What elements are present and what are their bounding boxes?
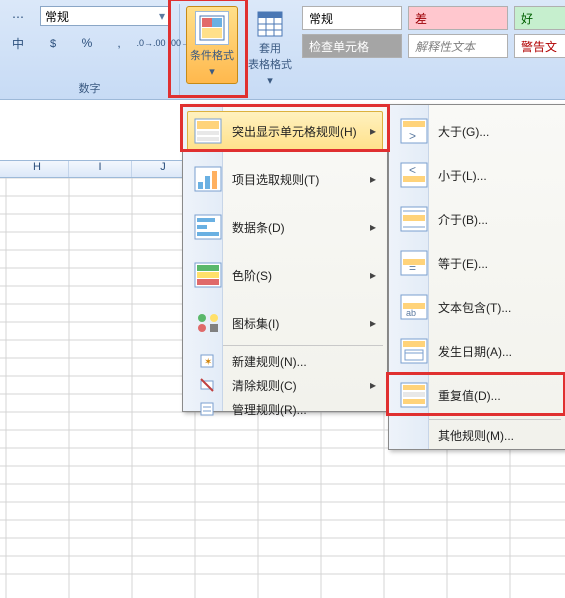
menu-item-highlight-cells-rules[interactable]: 突出显示单元格规则(H) ▸: [187, 111, 383, 151]
increase-decimal-button[interactable]: .0→.00: [136, 32, 166, 54]
menu-item-top-bottom-rules[interactable]: 项目选取规则(T) ▸: [187, 159, 383, 199]
group-number: ⋯ 中 常规 ▾ $ % , .0→.00 .00→.0 数字: [0, 4, 180, 96]
menu-item-label: 图标集(I): [232, 315, 279, 332]
menu-item-between[interactable]: 介于(B)...: [393, 199, 561, 239]
format-as-table-label: 套用 表格格式: [248, 40, 292, 72]
submenu-arrow-icon: ▸: [370, 316, 376, 330]
menu-item-color-scales[interactable]: 色阶(S) ▸: [187, 255, 383, 295]
number-format-selector[interactable]: 常规 ▾: [40, 6, 170, 26]
menu-item-label: 突出显示单元格规则(H): [232, 123, 357, 140]
menu-item-label: 等于(E)...: [438, 255, 488, 272]
svg-text:<: <: [409, 163, 416, 177]
menu-item-label: 清除规则(C): [232, 377, 297, 394]
format-as-table-icon: [253, 10, 287, 38]
group-label-number: 数字: [0, 80, 179, 96]
text-contains-icon: ab: [398, 291, 430, 323]
menu-item-text-contains[interactable]: ab 文本包含(T)...: [393, 287, 561, 327]
menu-item-new-rule[interactable]: ✶ 新建规则(N)...: [187, 349, 383, 373]
svg-text:=: =: [409, 261, 416, 275]
submenu-arrow-icon: ▸: [370, 124, 376, 138]
style-bad[interactable]: 差: [408, 6, 508, 30]
menu-item-label: 色阶(S): [232, 267, 272, 284]
greater-than-icon: >: [398, 115, 430, 147]
highlight-cells-icon: [192, 115, 224, 147]
menu-item-label: 大于(G)...: [438, 123, 489, 140]
left-fragment-label: 中: [0, 32, 36, 54]
top-bottom-icon: [192, 163, 224, 195]
cell-styles-gallery[interactable]: 常规 差 好 检查单元格 解释性文本 警告文: [302, 6, 565, 84]
conditional-formatting-label: 条件格式: [190, 47, 234, 63]
menu-item-icon-sets[interactable]: 图标集(I) ▸: [187, 303, 383, 343]
currency-button[interactable]: $: [40, 32, 70, 54]
left-fragment-top: ⋯: [0, 6, 36, 28]
clear-rules-icon: [196, 376, 218, 394]
style-normal[interactable]: 常规: [302, 6, 402, 30]
menu-item-data-bars[interactable]: 数据条(D) ▸: [187, 207, 383, 247]
menu-item-label: 数据条(D): [232, 219, 285, 236]
menu-separator: [223, 345, 383, 346]
manage-rules-icon: [196, 400, 218, 418]
svg-text:ab: ab: [406, 308, 416, 318]
menu-item-greater-than[interactable]: > 大于(G)...: [393, 111, 561, 151]
menu-item-label: 重复值(D)...: [438, 387, 501, 404]
submenu-arrow-icon: ▸: [370, 378, 376, 392]
menu-item-label: 文本包含(T)...: [438, 299, 511, 316]
menu-item-label: 管理规则(R)...: [232, 401, 307, 418]
menu-item-equal-to[interactable]: = 等于(E)...: [393, 243, 561, 283]
submenu-arrow-icon: ▸: [370, 220, 376, 234]
date-occurring-icon: [398, 335, 430, 367]
ribbon: ⋯ 中 常规 ▾ $ % , .0→.00 .00→.0 数字 条件格式 ▾ 套…: [0, 0, 565, 100]
menu-item-label: 发生日期(A)...: [438, 343, 512, 360]
menu-item-label: 其他规则(M)...: [438, 427, 514, 444]
menu-item-label: 新建规则(N)...: [232, 353, 307, 370]
style-warning[interactable]: 警告文: [514, 34, 565, 58]
menu-item-label: 项目选取规则(T): [232, 171, 319, 188]
style-explanatory[interactable]: 解释性文本: [408, 34, 508, 58]
menu-item-manage-rules[interactable]: 管理规则(R)...: [187, 397, 383, 421]
conditional-formatting-menu: 突出显示单元格规则(H) ▸ 项目选取规则(T) ▸ 数据条(D) ▸ 色阶(S…: [182, 104, 388, 412]
equal-to-icon: =: [398, 247, 430, 279]
svg-text:>: >: [409, 129, 416, 143]
menu-item-label: 介于(B)...: [438, 211, 488, 228]
chevron-down-icon: ▾: [159, 9, 165, 23]
number-buttons-row: $ % , .0→.00 .00→.0: [40, 32, 198, 54]
menu-item-less-than[interactable]: < 小于(L)...: [393, 155, 561, 195]
conditional-formatting-icon: [195, 11, 229, 45]
style-good[interactable]: 好: [514, 6, 565, 30]
menu-item-label: 小于(L)...: [438, 167, 487, 184]
group-styles: 条件格式 ▾ 套用 表格格式 ▾ 常规 差 好 检查单元格 解释性文本 警告文: [180, 4, 565, 96]
data-bars-icon: [192, 211, 224, 243]
svg-text:✶: ✶: [204, 357, 212, 368]
new-rule-icon: ✶: [196, 352, 218, 370]
column-header[interactable]: I: [69, 161, 132, 177]
column-header[interactable]: H: [6, 161, 69, 177]
chevron-down-icon: ▾: [267, 74, 273, 87]
less-than-icon: <: [398, 159, 430, 191]
menu-item-clear-rules[interactable]: 清除规则(C) ▸: [187, 373, 383, 397]
style-check-cell[interactable]: 检查单元格: [302, 34, 402, 58]
percent-button[interactable]: %: [72, 32, 102, 54]
menu-item-date-occurring[interactable]: 发生日期(A)...: [393, 331, 561, 371]
icon-sets-icon: [192, 307, 224, 339]
format-as-table-button[interactable]: 套用 表格格式 ▾: [244, 6, 296, 84]
conditional-formatting-button[interactable]: 条件格式 ▾: [186, 6, 238, 84]
menu-item-more-rules[interactable]: 其他规则(M)...: [393, 423, 561, 447]
between-icon: [398, 203, 430, 235]
number-format-value: 常规: [45, 8, 69, 25]
submenu-arrow-icon: ▸: [370, 172, 376, 186]
duplicate-values-icon: [398, 379, 430, 411]
menu-separator: [429, 419, 561, 420]
comma-button[interactable]: ,: [104, 32, 134, 54]
submenu-arrow-icon: ▸: [370, 268, 376, 282]
svg-text:$: $: [50, 38, 56, 50]
chevron-down-icon: ▾: [209, 65, 215, 78]
menu-item-duplicate-values[interactable]: 重复值(D)...: [393, 375, 561, 415]
color-scales-icon: [192, 259, 224, 291]
highlight-cells-submenu: > 大于(G)... < 小于(L)... 介于(B)... = 等于(E)..…: [388, 104, 565, 450]
